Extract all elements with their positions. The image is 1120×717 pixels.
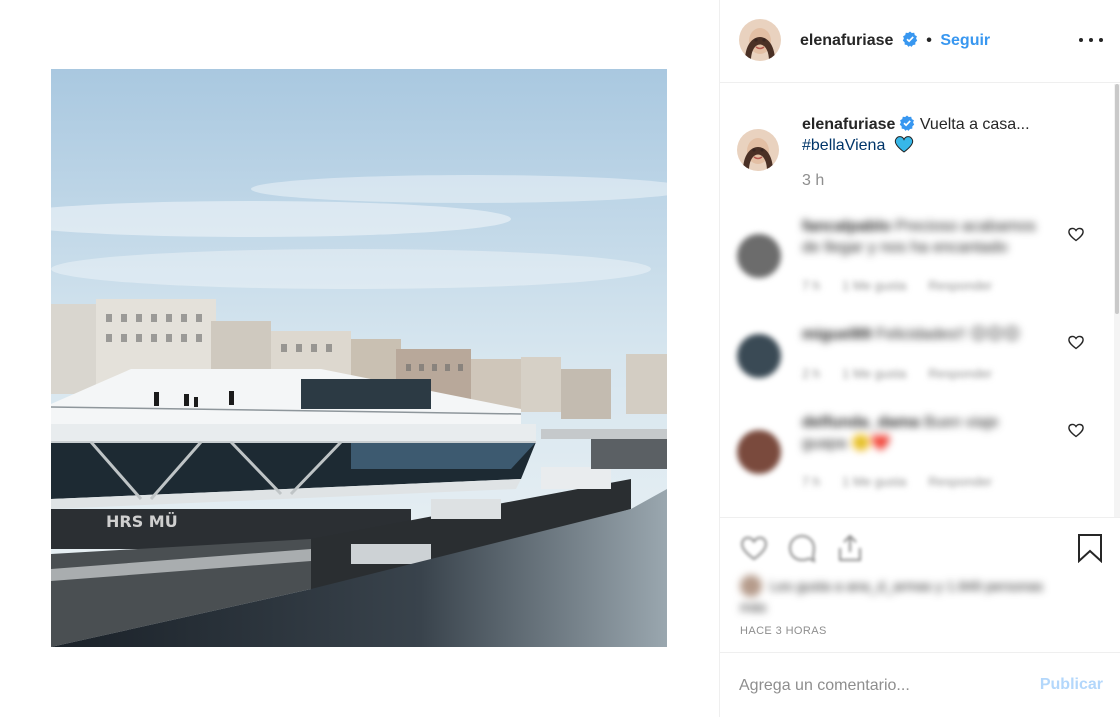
verified-badge-icon	[902, 31, 918, 47]
actions-bar: Les gusta a ana_d_armas y 1.849 personas…	[720, 517, 1120, 652]
caption-username[interactable]: elenafuriase	[802, 116, 895, 133]
comment-time: 7 h	[802, 278, 821, 293]
comment-avatar[interactable]	[737, 234, 781, 278]
comment-time: 2 h	[802, 366, 821, 381]
comment-likes[interactable]: 1 Me gusta	[842, 278, 906, 293]
follow-button[interactable]: Seguir	[940, 32, 990, 49]
post-header: elenafuriase • Seguir	[720, 0, 1120, 83]
blue-heart-icon	[894, 136, 914, 153]
comment-item: fancalpablo Precioso acabamos de llegar …	[720, 214, 1120, 304]
comment-text: miguel89 Felicidades!! 😊😊😊	[802, 324, 1042, 345]
comment-time: 7 h	[802, 474, 821, 489]
comment-avatar[interactable]	[737, 334, 781, 378]
comment-item: miguel89 Felicidades!! 😊😊😊 2 h 1 Me gusta…	[720, 322, 1120, 412]
header-line: elenafuriase • Seguir	[800, 31, 990, 50]
comment-username[interactable]: miguel89	[802, 326, 871, 343]
username[interactable]: elenafuriase	[800, 32, 893, 49]
comment-icon[interactable]	[786, 532, 818, 564]
more-options-icon[interactable]	[1079, 30, 1103, 50]
caption-time: 3 h	[802, 172, 825, 189]
likes-text: Les gusta a ana_d_armas y 1.849 personas…	[740, 578, 1044, 615]
bookmark-icon[interactable]	[1077, 533, 1103, 563]
share-icon[interactable]	[834, 532, 866, 564]
comment-input[interactable]	[739, 674, 1039, 698]
post-side-panel: elenafuriase • Seguir elenafuriase Vuelt…	[719, 0, 1120, 717]
comment-username[interactable]: delfunda_dama	[802, 414, 919, 431]
comment-likes[interactable]: 1 Me gusta	[842, 366, 906, 381]
comment-body: Felicidades!! 😊😊😊	[875, 326, 1021, 343]
post-timestamp: HACE 3 HORAS	[740, 625, 827, 637]
comment-meta: 2 h 1 Me gusta Responder	[802, 366, 1014, 381]
caption-hashtag[interactable]: #bellaViena	[802, 137, 885, 154]
reply-button[interactable]: Responder	[928, 474, 992, 489]
caption-text: elenafuriase Vuelta a casa... #bellaVien…	[802, 114, 1102, 156]
liker-avatar	[740, 575, 762, 597]
reply-button[interactable]: Responder	[928, 278, 992, 293]
avatar[interactable]	[739, 19, 781, 61]
add-comment-bar: Publicar	[720, 652, 1120, 717]
verified-badge-icon	[900, 115, 915, 131]
comment-avatar[interactable]	[737, 430, 781, 474]
comment-item: delfunda_dama Buen viaje guapa 🙂❤️ 7 h 1 …	[720, 410, 1120, 500]
caption-avatar[interactable]	[737, 129, 779, 171]
comment-meta: 7 h 1 Me gusta Responder	[802, 278, 1014, 293]
publish-button[interactable]: Publicar	[1040, 676, 1103, 694]
comments-scrollbar[interactable]	[1114, 84, 1120, 518]
comment-likes[interactable]: 1 Me gusta	[842, 474, 906, 489]
comments-list[interactable]: elenafuriase Vuelta a casa... #bellaVien…	[720, 84, 1120, 518]
comment-meta: 7 h 1 Me gusta Responder	[802, 474, 1014, 489]
heart-icon[interactable]	[1067, 226, 1085, 242]
separator-dot: •	[926, 32, 932, 49]
likes-summary[interactable]: Les gusta a ana_d_armas y 1.849 personas…	[740, 575, 1070, 617]
heart-icon[interactable]	[1067, 422, 1085, 438]
post-photo[interactable]: HRS MÜ	[51, 69, 667, 647]
comment-text: fancalpablo Precioso acabamos de llegar …	[802, 216, 1042, 258]
comment-username[interactable]: fancalpablo	[802, 218, 891, 235]
scrollbar-thumb[interactable]	[1115, 84, 1119, 314]
heart-icon[interactable]	[1067, 334, 1085, 350]
caption-body: Vuelta a casa...	[919, 116, 1030, 133]
comment-text: delfunda_dama Buen viaje guapa 🙂❤️	[802, 412, 1042, 454]
media-area: HRS MÜ	[0, 0, 719, 717]
reply-button[interactable]: Responder	[928, 366, 992, 381]
svg-text:HRS MÜ: HRS MÜ	[106, 512, 178, 531]
like-icon[interactable]	[738, 532, 770, 564]
